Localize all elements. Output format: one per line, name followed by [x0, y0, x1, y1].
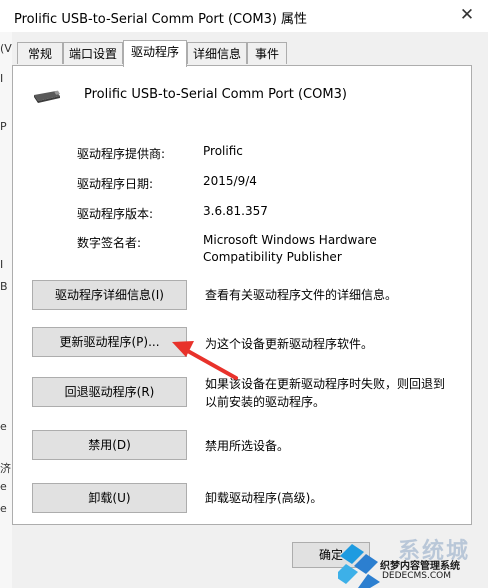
tab-driver[interactable]: 驱动程序 — [123, 40, 187, 67]
tab-details[interactable]: 详细信息 — [187, 42, 247, 64]
driver-date-label: 驱动程序日期: — [77, 177, 154, 191]
background-fragment: e — [0, 502, 7, 515]
driver-date-value: 2015/9/4 — [203, 174, 257, 188]
tab-general[interactable]: 常规 — [17, 42, 63, 64]
roll-back-driver-desc-line1: 如果该设备在更新驱动程序时失败，则回退到 — [205, 377, 446, 391]
digital-signer-value-line1: Microsoft Windows Hardware — [203, 233, 377, 247]
close-button[interactable]: ✕ — [452, 2, 482, 28]
driver-details-desc: 查看有关驱动程序文件的详细信息。 — [205, 288, 398, 302]
driver-provider-value: Prolific — [203, 144, 243, 158]
driver-details-button[interactable]: 驱动程序详细信息(I) — [32, 280, 187, 310]
roll-back-driver-button[interactable]: 回退驱动程序(R) — [32, 377, 187, 407]
background-fragment: e — [0, 420, 7, 433]
uninstall-driver-button[interactable]: 卸载(U) — [32, 483, 187, 513]
background-fragment: 济 — [0, 462, 11, 475]
background-fragment: e — [0, 480, 7, 493]
update-driver-button[interactable]: 更新驱动程序(P)... — [32, 327, 187, 357]
background-fragment: B — [0, 280, 8, 293]
update-driver-desc: 为这个设备更新驱动程序软件。 — [205, 337, 374, 351]
window-title: Prolific USB-to-Serial Comm Port (COM3) … — [14, 12, 308, 27]
tab-port-settings[interactable]: 端口设置 — [63, 42, 123, 64]
watermark-url: DEDECMS.COM — [382, 571, 451, 581]
title-bar: Prolific USB-to-Serial Comm Port (COM3) … — [0, 0, 488, 32]
digital-signer-label: 数字签名者: — [77, 236, 142, 250]
background-fragment: P — [0, 120, 7, 133]
background-fragment: I — [0, 72, 4, 85]
driver-version-label: 驱动程序版本: — [77, 207, 154, 221]
usb-serial-device-icon — [34, 90, 60, 103]
digital-signer-value-line2: Compatibility Publisher — [203, 250, 342, 264]
device-name: Prolific USB-to-Serial Comm Port (COM3) — [84, 87, 347, 102]
tab-events[interactable]: 事件 — [247, 42, 287, 64]
close-icon: ✕ — [459, 5, 475, 25]
watermark-subtitle: 织梦内容管理系统 — [380, 561, 460, 572]
disable-device-desc: 禁用所选设备。 — [205, 439, 290, 453]
driver-version-value: 3.6.81.357 — [203, 204, 268, 218]
driver-provider-label: 驱动程序提供商: — [77, 147, 166, 161]
background-window-edge: (V I P I B e 济 e e — [0, 32, 12, 588]
background-fragment: (V — [0, 42, 12, 55]
disable-device-button[interactable]: 禁用(D) — [32, 430, 187, 460]
background-fragment: I — [0, 258, 4, 271]
roll-back-driver-desc-line2: 以前安装的驱动程序。 — [205, 395, 326, 409]
uninstall-driver-desc: 卸载驱动程序(高级)。 — [205, 491, 323, 505]
